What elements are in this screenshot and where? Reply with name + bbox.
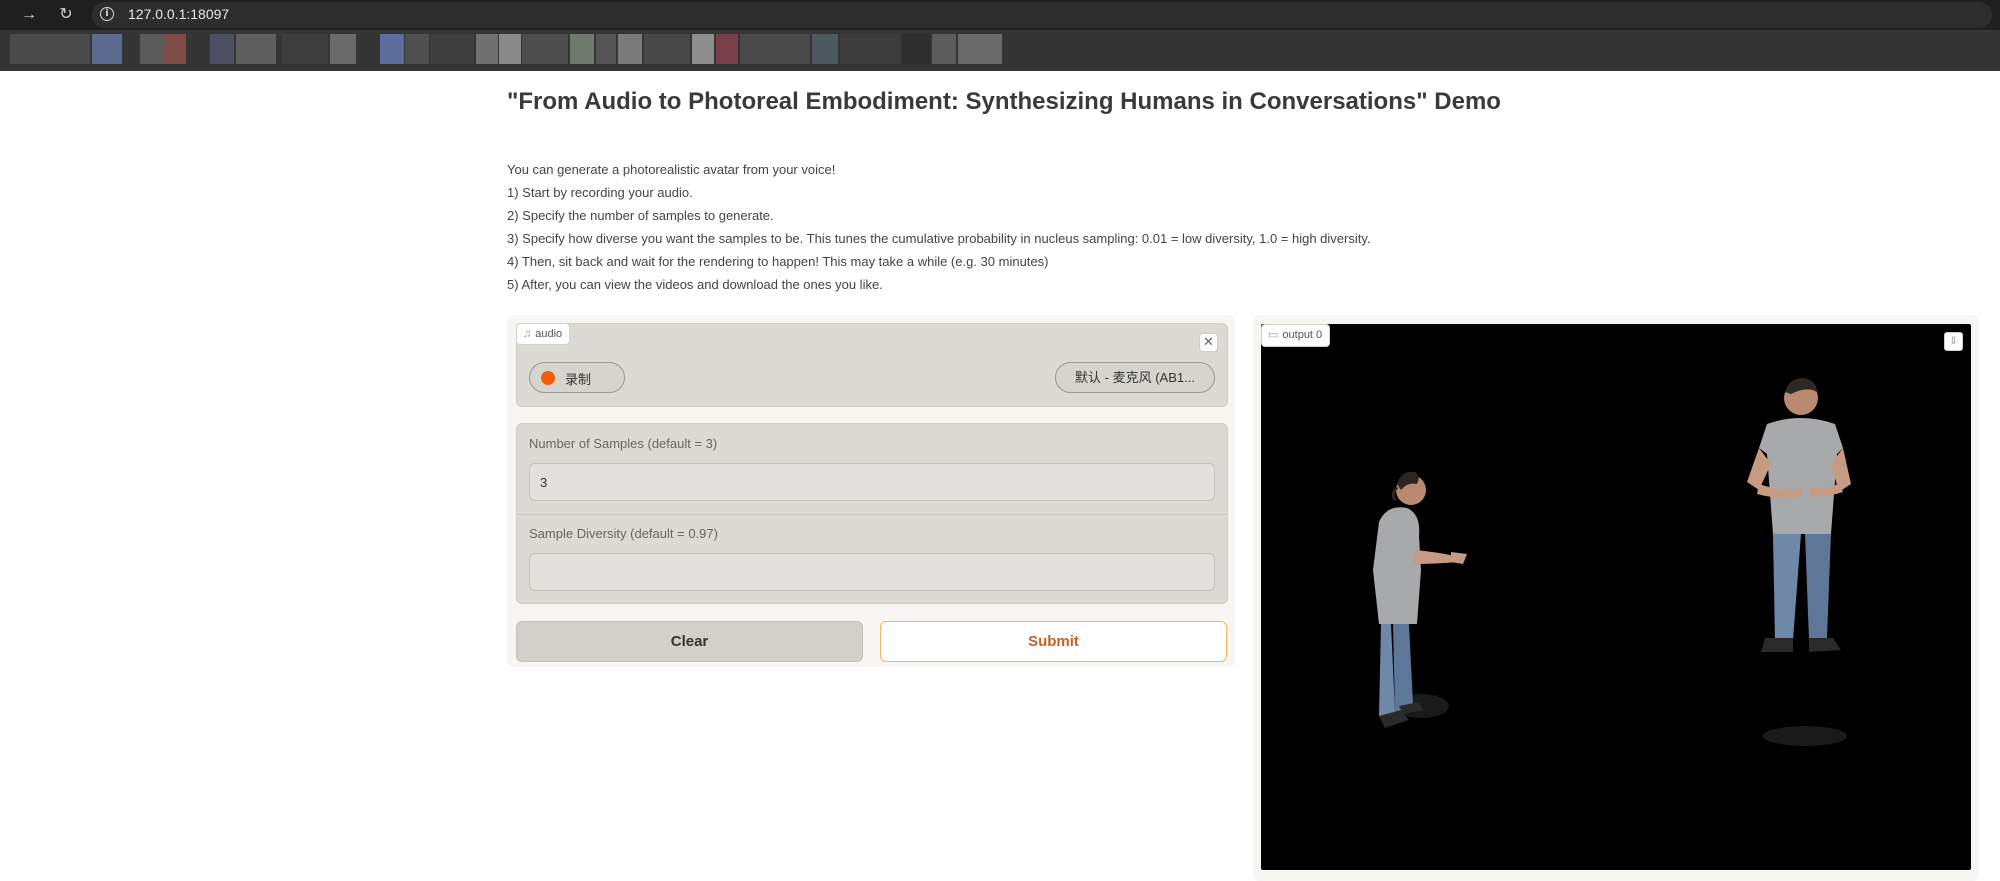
- output-label: output 0: [1282, 329, 1323, 341]
- info-icon[interactable]: i: [100, 7, 114, 21]
- close-icon[interactable]: ✕: [1203, 334, 1214, 349]
- video-frame: [1373, 378, 1851, 746]
- output-video[interactable]: [1261, 324, 1971, 870]
- diversity-label: Sample Diversity (default = 0.97): [529, 526, 718, 541]
- form-divider: [516, 514, 1228, 515]
- instruction-line: 1) Start by recording your audio.: [507, 185, 693, 200]
- url-text[interactable]: 127.0.0.1:18097: [128, 5, 229, 23]
- clear-button[interactable]: Clear: [516, 621, 863, 662]
- download-button[interactable]: ⇩: [1944, 332, 1963, 351]
- download-icon[interactable]: ⇩: [1949, 336, 1957, 347]
- address-bar[interactable]: [92, 2, 1992, 28]
- output-label-tag: ▭ output 0: [1261, 324, 1331, 347]
- instruction-line: 5) After, you can view the videos and do…: [507, 277, 883, 292]
- audio-label-tag: ♫ audio: [516, 323, 571, 345]
- music-note-icon: ♫: [523, 328, 532, 340]
- num-samples-input[interactable]: [529, 463, 1215, 501]
- diversity-input[interactable]: [529, 553, 1215, 591]
- record-button[interactable]: 录制: [529, 362, 625, 393]
- instruction-line: 2) Specify the number of samples to gene…: [507, 208, 774, 223]
- forward-arrow-icon[interactable]: →: [17, 3, 41, 27]
- video-icon: ▭: [1268, 329, 1279, 341]
- audio-label: audio: [535, 328, 563, 340]
- avatar-figure-left: [1373, 471, 1467, 728]
- page-title: "From Audio to Photoreal Embodiment: Syn…: [507, 88, 1501, 115]
- record-dot-icon: [541, 371, 555, 385]
- avatar-figure-right: [1747, 378, 1851, 746]
- num-samples-label: Number of Samples (default = 3): [529, 436, 718, 451]
- instruction-line: 4) Then, sit back and wait for the rende…: [507, 254, 1049, 269]
- microphone-select[interactable]: 默认 - 麦克风 (AB1...: [1055, 362, 1215, 393]
- browser-toolbar: → ↻ i 127.0.0.1:18097: [0, 0, 2000, 30]
- bookmarks-bar: [0, 30, 2000, 71]
- instruction-line: 3) Specify how diverse you want the samp…: [507, 231, 1371, 246]
- instruction-line: You can generate a photorealistic avatar…: [507, 162, 836, 177]
- reload-icon[interactable]: ↻: [54, 3, 78, 27]
- instructions: You can generate a photorealistic avatar…: [507, 158, 1507, 296]
- close-audio-button[interactable]: ✕: [1199, 333, 1218, 352]
- record-label: 录制: [565, 372, 592, 387]
- submit-button[interactable]: Submit: [880, 621, 1227, 662]
